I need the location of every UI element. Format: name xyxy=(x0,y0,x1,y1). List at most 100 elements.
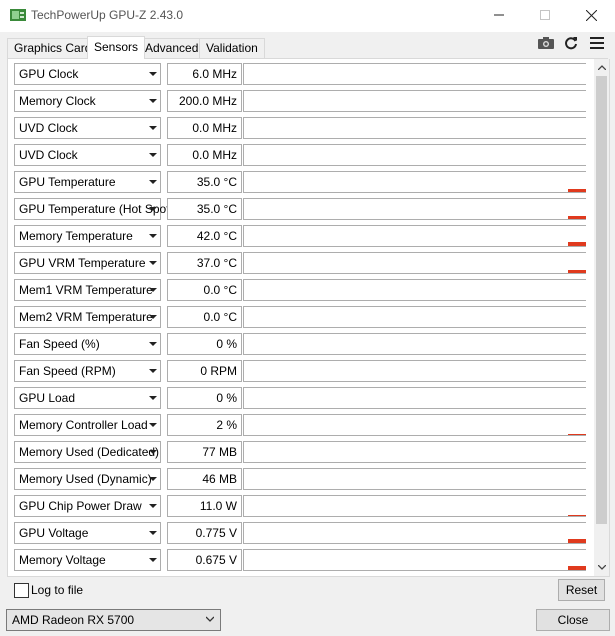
sensor-name-label: Fan Speed (%) xyxy=(19,337,100,351)
sensor-graph-bar xyxy=(568,270,586,273)
sensor-row: Mem2 VRM Temperature 0.0 °C xyxy=(14,306,594,328)
sensor-value-box: 0.0 °C xyxy=(167,279,242,301)
sensor-graph-bar xyxy=(568,566,586,570)
sensor-graph[interactable] xyxy=(243,549,586,571)
sensor-name-dropdown[interactable]: GPU VRM Temperature xyxy=(14,252,161,274)
sensor-graph[interactable] xyxy=(243,225,586,247)
sensor-name-dropdown[interactable]: GPU Temperature (Hot Spot) xyxy=(14,198,174,220)
tab-graphics-card[interactable]: Graphics Card xyxy=(7,38,99,58)
sensor-value: 42.0 °C xyxy=(196,229,237,243)
sensor-name-dropdown[interactable]: Memory Used (Dynamic) xyxy=(14,468,161,490)
sensor-name-dropdown[interactable]: Mem2 VRM Temperature xyxy=(14,306,161,328)
gpu-select-dropdown[interactable]: AMD Radeon RX 5700 xyxy=(6,609,221,631)
sensor-graph[interactable] xyxy=(243,117,586,139)
sensor-graph[interactable] xyxy=(243,522,586,544)
sensor-graph[interactable] xyxy=(243,333,586,355)
minimize-button[interactable] xyxy=(476,0,522,30)
camera-icon xyxy=(538,37,554,49)
sensor-name-dropdown[interactable]: Memory Temperature xyxy=(14,225,161,247)
sensor-value-box: 37.0 °C xyxy=(167,252,242,274)
sensor-graph[interactable] xyxy=(243,495,586,517)
tab-validation[interactable]: Validation xyxy=(199,38,265,58)
close-button[interactable]: Close xyxy=(536,609,610,631)
sensor-row: Memory Used (Dynamic) 46 MB xyxy=(14,468,594,490)
scroll-down-button[interactable] xyxy=(594,559,609,575)
sensor-name-dropdown[interactable]: Memory Voltage xyxy=(14,549,161,571)
sensor-row: GPU Temperature (Hot Spot) 35.0 °C xyxy=(14,198,594,220)
sensor-value-box: 200.0 MHz xyxy=(167,90,242,112)
sensor-graph[interactable] xyxy=(243,414,586,436)
sensors-panel: GPU Clock 6.0 MHz Memory Clock 200.0 MHz UVD… xyxy=(7,59,610,577)
sensor-name-label: Mem2 VRM Temperature xyxy=(19,310,153,324)
tab-advanced[interactable]: Advanced xyxy=(138,38,206,58)
dropdown-arrow-icon xyxy=(149,153,157,157)
sensor-graph-bar xyxy=(568,434,586,435)
dropdown-arrow-icon xyxy=(149,261,157,265)
dropdown-arrow-icon xyxy=(149,72,157,76)
sensor-row: Memory Used (Dedicated) 77 MB xyxy=(14,441,594,463)
sensor-graph[interactable] xyxy=(243,468,586,490)
dropdown-arrow-icon xyxy=(149,369,157,373)
sensor-graph[interactable] xyxy=(243,198,586,220)
sensor-row: Memory Temperature 42.0 °C xyxy=(14,225,594,247)
chevron-down-icon xyxy=(206,616,214,622)
sensor-name-dropdown[interactable]: Memory Used (Dedicated) xyxy=(14,441,161,463)
sensor-name-dropdown[interactable]: Fan Speed (RPM) xyxy=(14,360,161,382)
sensor-value: 35.0 °C xyxy=(196,175,237,189)
log-to-file-label: Log to file xyxy=(31,583,84,597)
sensor-graph[interactable] xyxy=(243,360,586,382)
sensor-name-dropdown[interactable]: GPU Chip Power Draw xyxy=(14,495,161,517)
sensor-value-box: 0.0 MHz xyxy=(167,144,242,166)
sensor-graph[interactable] xyxy=(243,306,586,328)
sensor-graph-bar xyxy=(568,539,586,543)
sensor-row: GPU Temperature 35.0 °C xyxy=(14,171,594,193)
sensor-graph[interactable] xyxy=(243,90,586,112)
reset-button[interactable]: Reset xyxy=(558,579,605,601)
sensor-value-box: 35.0 °C xyxy=(167,198,242,220)
sensor-graph-bar xyxy=(568,242,586,246)
sensor-graph-bar xyxy=(568,189,586,192)
sensor-name-label: Memory Used (Dynamic) xyxy=(19,472,152,486)
sensor-value-box: 0.0 °C xyxy=(167,306,242,328)
sensor-name-label: GPU Clock xyxy=(19,67,79,81)
sensor-graph[interactable] xyxy=(243,63,586,85)
sensor-value: 200.0 MHz xyxy=(178,94,237,108)
sensor-name-dropdown[interactable]: Memory Clock xyxy=(14,90,161,112)
sensor-name-label: Mem1 VRM Temperature xyxy=(19,283,153,297)
menu-button[interactable] xyxy=(586,33,608,53)
sensor-name-label: Memory Clock xyxy=(19,94,96,108)
sensor-name-label: Memory Temperature xyxy=(19,229,133,243)
sensor-value-box: 42.0 °C xyxy=(167,225,242,247)
refresh-button[interactable] xyxy=(560,33,582,53)
screenshot-button[interactable] xyxy=(535,33,557,53)
sensor-name-dropdown[interactable]: GPU Voltage xyxy=(14,522,161,544)
maximize-icon xyxy=(540,10,550,20)
sensor-row: Fan Speed (%) 0 % xyxy=(14,333,594,355)
vertical-scrollbar[interactable] xyxy=(594,59,609,576)
sensor-graph[interactable] xyxy=(243,279,586,301)
sensor-name-dropdown[interactable]: UVD Clock xyxy=(14,117,161,139)
maximize-button[interactable] xyxy=(522,0,568,30)
scroll-up-button[interactable] xyxy=(594,59,609,75)
sensor-name-dropdown[interactable]: GPU Load xyxy=(14,387,161,409)
close-window-button[interactable] xyxy=(568,0,614,30)
sensor-value-box: 0 % xyxy=(167,333,242,355)
dropdown-arrow-icon xyxy=(149,99,157,103)
scrollbar-thumb[interactable] xyxy=(596,76,607,524)
sensor-graph[interactable] xyxy=(243,387,586,409)
refresh-icon xyxy=(565,37,577,50)
sensor-name-dropdown[interactable]: Mem1 VRM Temperature xyxy=(14,279,161,301)
sensor-graph[interactable] xyxy=(243,171,586,193)
dropdown-arrow-icon xyxy=(149,423,157,427)
sensor-name-dropdown[interactable]: GPU Clock xyxy=(14,63,161,85)
sensor-name-dropdown[interactable]: Memory Controller Load xyxy=(14,414,161,436)
tab-sensors[interactable]: Sensors xyxy=(87,36,146,59)
log-to-file-checkbox[interactable] xyxy=(14,583,29,598)
sensor-graph[interactable] xyxy=(243,441,586,463)
sensor-name-dropdown[interactable]: UVD Clock xyxy=(14,144,161,166)
sensor-value: 37.0 °C xyxy=(196,256,237,270)
sensor-name-dropdown[interactable]: Fan Speed (%) xyxy=(14,333,161,355)
sensor-graph[interactable] xyxy=(243,144,586,166)
sensor-graph[interactable] xyxy=(243,252,586,274)
sensor-name-dropdown[interactable]: GPU Temperature xyxy=(14,171,161,193)
